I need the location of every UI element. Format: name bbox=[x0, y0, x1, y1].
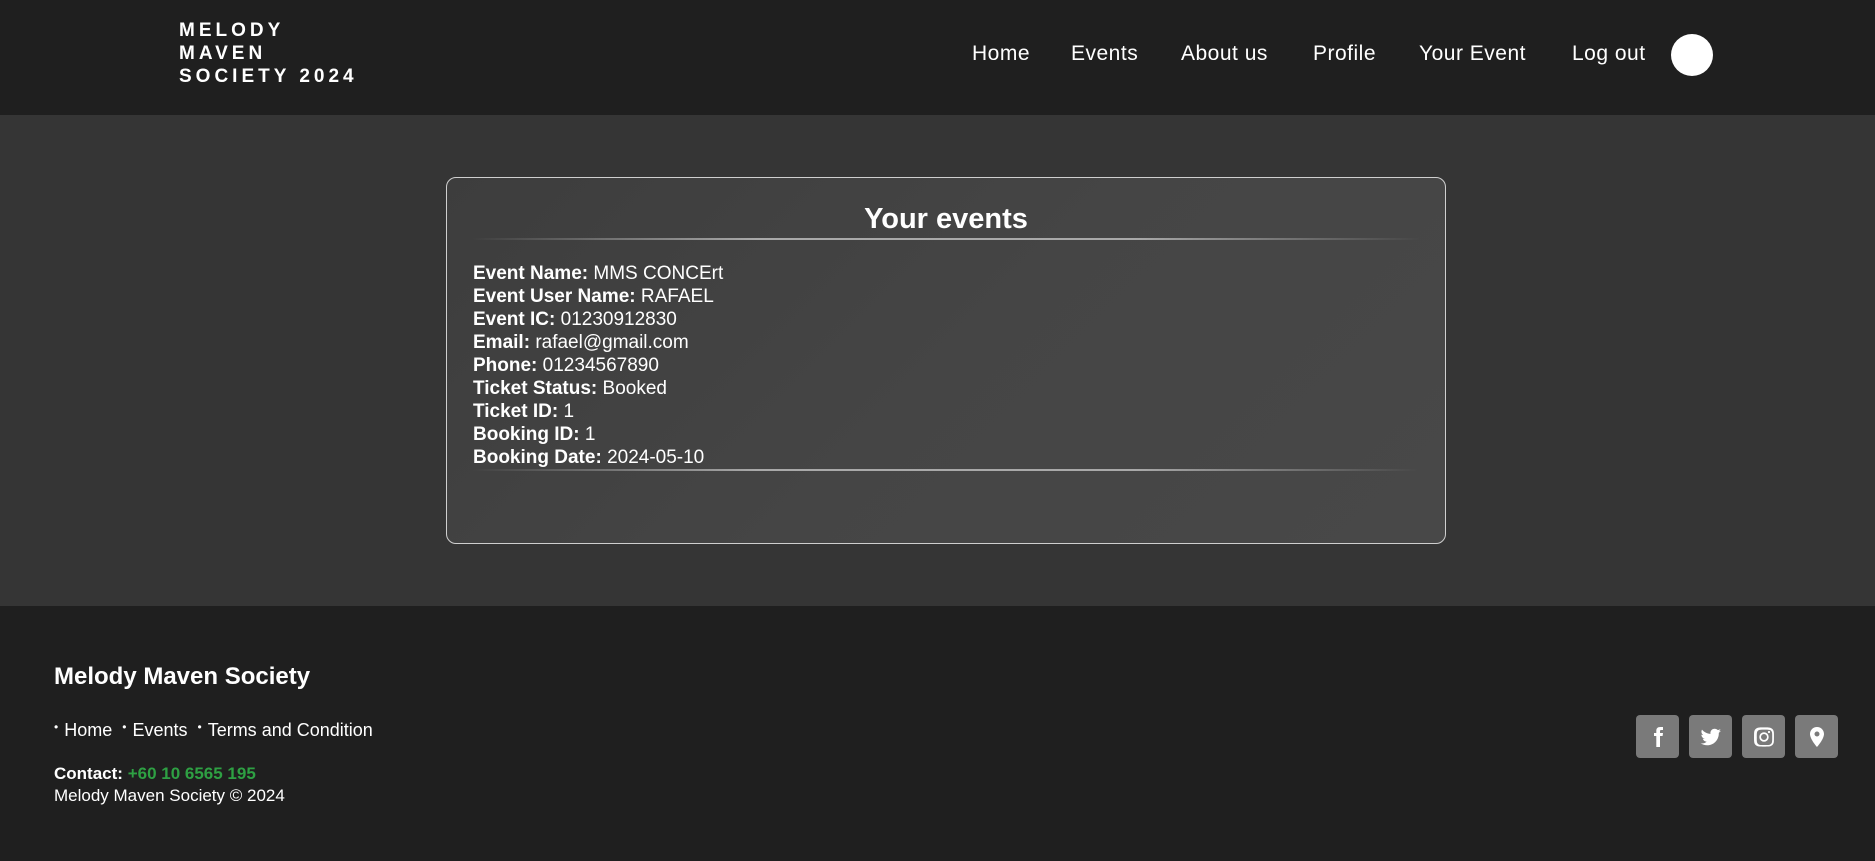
footer-title: Melody Maven Society bbox=[54, 663, 311, 690]
main-nav: Home Events About us Profile Your Event … bbox=[0, 40, 1875, 70]
facebook-icon[interactable] bbox=[1636, 715, 1679, 758]
nav-about-us[interactable]: About us bbox=[1181, 42, 1268, 66]
contact-label: Contact: bbox=[54, 764, 123, 783]
detail-value: 1 bbox=[584, 424, 596, 445]
site-footer: Melody Maven Society • Home • Events • Term… bbox=[0, 606, 1875, 861]
bullet: • bbox=[122, 720, 127, 734]
bullet: • bbox=[54, 720, 59, 734]
card-title: Your events bbox=[864, 203, 1028, 235]
twitter-icon[interactable] bbox=[1689, 715, 1732, 758]
detail-value: 01234567890 bbox=[542, 355, 659, 376]
detail-value: RAFAEL bbox=[640, 286, 714, 307]
bullet: • bbox=[197, 720, 202, 734]
detail-value: Booked bbox=[602, 378, 667, 399]
detail-email: Email: rafael@gmail.com bbox=[473, 331, 723, 354]
footer-link-events[interactable]: Events bbox=[132, 720, 187, 740]
footer-links: • Home • Events • Terms and Condition bbox=[54, 720, 378, 741]
detail-event-user-name: Event User Name: RAFAEL bbox=[473, 285, 723, 308]
event-details: Event Name: MMS CONCErt Event User Name:… bbox=[473, 262, 723, 469]
detail-value: 01230912830 bbox=[560, 309, 677, 330]
nav-profile[interactable]: Profile bbox=[1313, 42, 1376, 66]
your-events-card: Your events Event Name: MMS CONCErt Even… bbox=[446, 177, 1446, 544]
detail-label: Event IC: bbox=[473, 309, 556, 330]
nav-events[interactable]: Events bbox=[1071, 42, 1138, 66]
detail-label: Phone: bbox=[473, 355, 538, 376]
detail-label: Ticket ID: bbox=[473, 401, 559, 422]
detail-label: Booking ID: bbox=[473, 424, 580, 445]
detail-value: MMS CONCErt bbox=[593, 263, 724, 284]
detail-value: 2024-05-10 bbox=[607, 447, 705, 468]
detail-ticket-status: Ticket Status: Booked bbox=[473, 377, 723, 400]
detail-ticket-id: Ticket ID: 1 bbox=[473, 400, 723, 423]
detail-label: Booking Date: bbox=[473, 447, 602, 468]
site-header: MELODY MAVEN SOCIETY 2024 Home Events Ab… bbox=[0, 0, 1875, 115]
detail-booking-id: Booking ID: 1 bbox=[473, 423, 723, 446]
copyright: Melody Maven Society © 2024 bbox=[54, 786, 285, 805]
contact-phone[interactable]: +60 10 6565 195 bbox=[128, 764, 256, 783]
detail-value: rafael@gmail.com bbox=[535, 332, 689, 353]
detail-event-ic: Event IC: 01230912830 bbox=[473, 308, 723, 331]
location-pin-icon[interactable] bbox=[1795, 715, 1838, 758]
title-divider bbox=[472, 238, 1420, 240]
nav-log-out[interactable]: Log out bbox=[1572, 42, 1646, 66]
detail-phone: Phone: 01234567890 bbox=[473, 354, 723, 377]
user-avatar[interactable] bbox=[1671, 34, 1713, 76]
detail-label: Ticket Status: bbox=[473, 378, 598, 399]
detail-label: Event Name: bbox=[473, 263, 589, 284]
nav-home[interactable]: Home bbox=[972, 42, 1030, 66]
detail-event-name: Event Name: MMS CONCErt bbox=[473, 262, 723, 285]
detail-booking-date: Booking Date: 2024-05-10 bbox=[473, 446, 723, 469]
logo-line-1: MELODY bbox=[179, 20, 285, 41]
footer-link-terms[interactable]: Terms and Condition bbox=[208, 720, 373, 740]
bottom-divider bbox=[472, 469, 1420, 471]
detail-label: Email: bbox=[473, 332, 531, 353]
detail-label: Event User Name: bbox=[473, 286, 636, 307]
nav-your-event[interactable]: Your Event bbox=[1419, 42, 1526, 66]
instagram-icon[interactable] bbox=[1742, 715, 1785, 758]
footer-link-home[interactable]: Home bbox=[64, 720, 112, 740]
contact-info: Contact: +60 10 6565 195 bbox=[54, 764, 256, 784]
detail-value: 1 bbox=[563, 401, 575, 422]
